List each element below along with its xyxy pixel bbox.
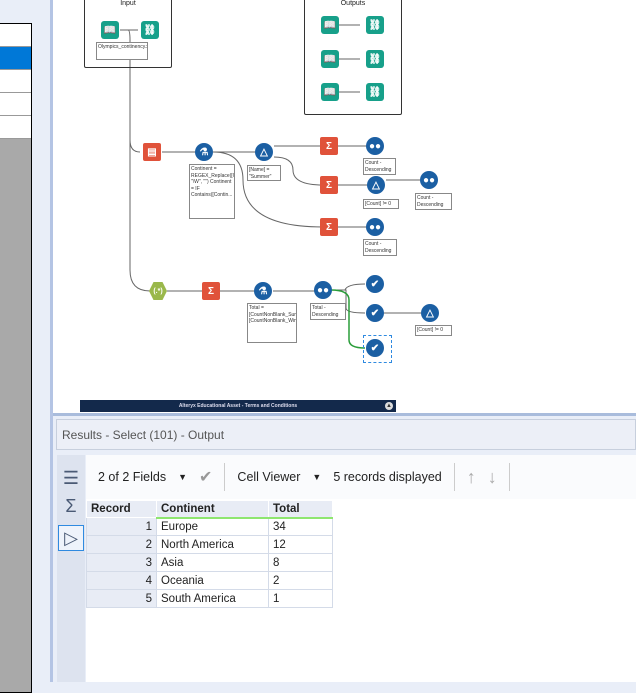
record-cell: 2 [86, 535, 157, 554]
record-cell: 4 [86, 571, 157, 590]
chevron-down-icon[interactable]: ▼ [312, 472, 321, 482]
results-toolbar: 2 of 2 Fields ▼ ✔ Cell Viewer ▼ 5 record… [86, 455, 636, 499]
table-row[interactable]: 2 North America 12 [86, 535, 333, 554]
metadata-list-icon[interactable]: ☰ [58, 465, 84, 491]
list-row[interactable] [0, 116, 31, 139]
select-check-icon[interactable]: ✔ [366, 304, 384, 322]
sort-icon[interactable]: ●● [314, 281, 332, 299]
sort-icon[interactable]: ●● [366, 218, 384, 236]
apply-check-icon[interactable]: ✔ [199, 467, 212, 487]
annotation-filter1: [Name] = "Summer" [247, 165, 281, 181]
annotation-sort4: Total - Descending [310, 303, 346, 320]
connection [129, 140, 151, 292]
fields-dropdown[interactable]: 2 of 2 Fields [98, 470, 166, 484]
arrow-up-icon[interactable]: ↑ [467, 467, 476, 488]
column-header-total[interactable]: Total [268, 500, 333, 519]
records-count: 5 records displayed [333, 470, 442, 484]
total-cell[interactable]: 1 [268, 589, 333, 608]
total-cell[interactable]: 2 [268, 571, 333, 590]
formula-flask-icon[interactable]: ⚗ [254, 282, 272, 300]
results-table: Record Continent Total 1 Europe 34 2 North … [86, 500, 333, 608]
input-container-title: Input [120, 0, 136, 7]
summarize-sigma-icon[interactable]: Σ [202, 282, 220, 300]
output-book-icon[interactable]: 📖 [321, 16, 339, 34]
list-row[interactable] [0, 24, 31, 47]
continent-cell[interactable]: Asia [156, 553, 269, 572]
output-book-icon[interactable]: 📖 [321, 50, 339, 68]
record-cell: 1 [86, 517, 157, 536]
output-book-icon[interactable]: 📖 [321, 83, 339, 101]
annotation-sort2: Count - Descending [363, 239, 397, 256]
record-cell: 3 [86, 553, 157, 572]
table-row[interactable]: 5 South America 1 [86, 589, 333, 608]
sort-icon[interactable]: ●● [366, 137, 384, 155]
connection [331, 283, 366, 291]
configuration-list [0, 23, 32, 693]
data-tag-icon[interactable]: ▷ [58, 525, 84, 551]
table-row[interactable]: 1 Europe 34 [86, 517, 333, 536]
banner-text: Alteryx Educational Asset - Terms and Co… [178, 403, 298, 409]
summarize-sigma-icon[interactable]: Σ [320, 176, 338, 194]
input-data-book-icon[interactable]: 📖 [101, 21, 119, 39]
table-row[interactable]: 4 Oceania 2 [86, 571, 333, 590]
results-title: Results - Select (101) - Output [56, 419, 636, 450]
select-check-icon[interactable]: ✔ [366, 275, 384, 293]
sigma-icon[interactable]: Σ [58, 493, 84, 519]
list-row[interactable] [0, 70, 31, 93]
continent-cell[interactable]: South America [156, 589, 269, 608]
column-header-continent[interactable]: Continent [156, 500, 269, 519]
list-row[interactable] [0, 93, 31, 116]
total-cell[interactable]: 8 [268, 553, 333, 572]
divider [508, 463, 510, 491]
record-cell: 5 [86, 589, 157, 608]
divider [453, 463, 455, 491]
text-to-columns-icon[interactable]: ▤ [143, 143, 161, 161]
results-sidebar: ☰ Σ ▷ [57, 455, 85, 682]
summarize-sigma-icon[interactable]: Σ [320, 218, 338, 236]
select-check-icon[interactable]: ✔ [366, 339, 384, 357]
browse-binoculars-icon[interactable]: ⛓ [366, 83, 384, 101]
annotation-filter2: [Count] != 0 [363, 199, 399, 209]
annotation-filter3: [Count] != 0 [415, 325, 452, 336]
arrow-down-icon[interactable]: ↓ [488, 467, 497, 488]
chevron-down-icon[interactable]: ▼ [178, 472, 187, 482]
filter-icon[interactable]: △ [255, 143, 273, 161]
sort-icon[interactable]: ●● [420, 171, 438, 189]
table-header-row: Record Continent Total [86, 500, 333, 519]
collapse-icon[interactable]: ▲ [385, 402, 393, 410]
browse-binoculars-icon[interactable]: ⛓ [141, 21, 159, 39]
list-row-selected[interactable] [0, 47, 31, 70]
continent-cell[interactable]: North America [156, 535, 269, 554]
summarize-sigma-icon[interactable]: Σ [320, 137, 338, 155]
annotation-formula2: Total = [CountNonBlank_Summer]+ [CountNo… [247, 303, 297, 343]
column-header-record[interactable]: Record [86, 500, 157, 518]
annotation-formula1: Continent = REGEX_Replace([Continent], "… [189, 164, 235, 219]
continent-cell[interactable]: Oceania [156, 571, 269, 590]
terms-banner[interactable]: Alteryx Educational Asset - Terms and Co… [80, 400, 396, 412]
annotation-input: Olympics_continency.xdb [96, 42, 148, 60]
results-main: 2 of 2 Fields ▼ ✔ Cell Viewer ▼ 5 record… [86, 455, 636, 682]
outputs-container[interactable]: Outputs [304, 0, 402, 115]
filter-icon[interactable]: △ [367, 176, 385, 194]
annotation-sort3: Count - Descending [415, 193, 452, 210]
workflow-canvas[interactable]: Input Outputs 📖 ⛓ Olympics_continency.xd… [53, 0, 636, 413]
results-panel: Results - Select (101) - Output ☰ Σ ▷ 2 … [53, 416, 636, 682]
formula-flask-icon[interactable]: ⚗ [195, 143, 213, 161]
cell-viewer-dropdown[interactable]: Cell Viewer [237, 470, 300, 484]
connection [273, 156, 324, 186]
table-row[interactable]: 3 Asia 8 [86, 553, 333, 572]
continent-cell[interactable]: Europe [156, 517, 269, 536]
browse-binoculars-icon[interactable]: ⛓ [366, 16, 384, 34]
filter-icon[interactable]: △ [421, 304, 439, 322]
annotation-sort1: Count - Descending [363, 158, 396, 175]
divider [224, 463, 226, 491]
total-cell[interactable]: 12 [268, 535, 333, 554]
total-cell[interactable]: 34 [268, 517, 333, 536]
browse-binoculars-icon[interactable]: ⛓ [366, 50, 384, 68]
outputs-container-title: Outputs [340, 0, 366, 7]
left-panel [0, 0, 50, 693]
